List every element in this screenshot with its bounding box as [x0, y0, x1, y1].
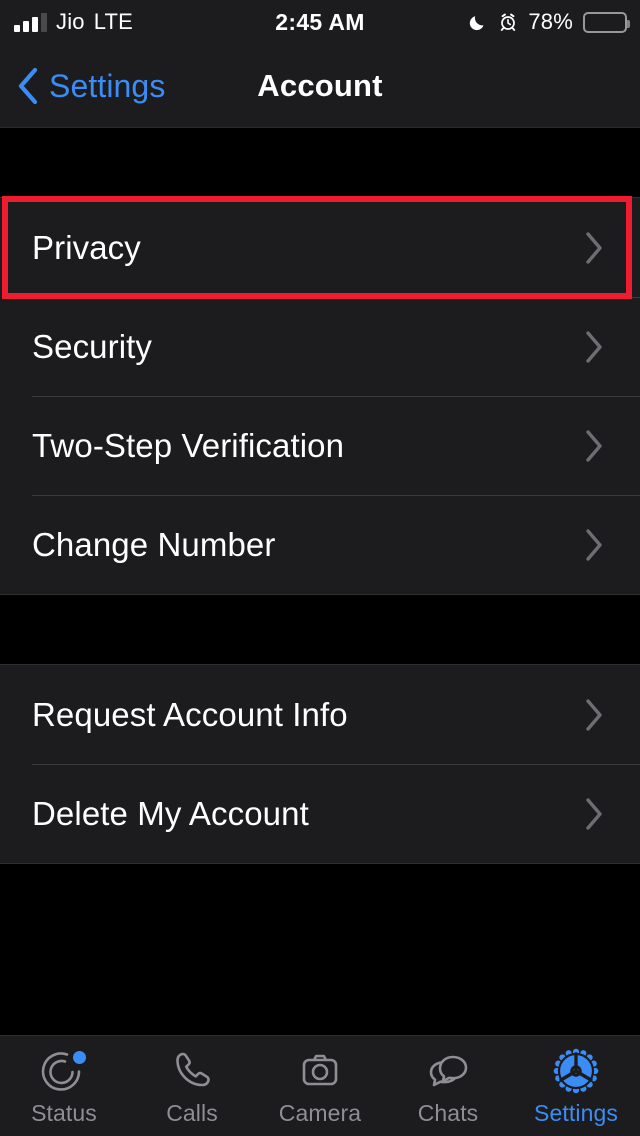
list-row-label: Security: [32, 327, 153, 365]
camera-icon: [292, 1046, 348, 1098]
tab-label: Settings: [534, 1100, 618, 1126]
moon-icon: [470, 16, 484, 31]
alarm-icon: [501, 13, 516, 31]
settings-group-data: Request Account Info Delete My Account: [0, 664, 640, 864]
battery-percent-label: 78%: [528, 9, 573, 34]
gear-icon: [548, 1046, 604, 1098]
tab-label: Status: [31, 1100, 97, 1126]
tab-label: Calls: [166, 1100, 218, 1126]
chevron-right-icon: [586, 797, 602, 830]
list-row[interactable]: Two-Step Verification: [0, 396, 640, 495]
tab-label: Camera: [278, 1100, 362, 1126]
battery-icon: [583, 11, 630, 33]
list-row[interactable]: Delete My Account: [0, 764, 640, 863]
tab-status[interactable]: Status: [0, 1036, 128, 1136]
tab-calls[interactable]: Calls: [128, 1036, 256, 1136]
status-bar: Jio LTE 2:45 AM 78%: [0, 0, 640, 44]
list-row-label: Delete My Account: [32, 794, 309, 832]
list-row-label: Change Number: [32, 525, 276, 563]
list-row[interactable]: Privacy: [0, 198, 640, 297]
chevron-right-icon: [586, 528, 602, 561]
navigation-bar: Settings Account: [0, 44, 640, 128]
list-row-label: Request Account Info: [32, 695, 348, 733]
list-row-label: Privacy: [32, 228, 141, 266]
tab-bar: Status Calls Camera Chats Settings: [0, 1035, 640, 1136]
chevron-right-icon: [586, 698, 602, 731]
tab-camera[interactable]: Camera: [256, 1036, 384, 1136]
list-row[interactable]: Change Number: [0, 495, 640, 594]
status-bar-right: 78%: [468, 0, 630, 44]
chevron-right-icon: [586, 330, 602, 363]
tab-label: Chats: [417, 1100, 479, 1126]
chevron-right-icon: [586, 231, 602, 264]
status-rings-icon: [36, 1046, 92, 1098]
list-row[interactable]: Request Account Info: [0, 665, 640, 764]
tab-chats[interactable]: Chats: [384, 1036, 512, 1136]
page-title: Account: [257, 68, 383, 103]
phone-icon: [164, 1046, 220, 1098]
chevron-right-icon: [586, 429, 602, 462]
list-row-label: Two-Step Verification: [32, 426, 345, 464]
list-row[interactable]: Security: [0, 297, 640, 396]
settings-group-account: Privacy Security Two-Step Verification Chan…: [0, 197, 640, 595]
status-badge: [73, 1051, 86, 1064]
tab-settings[interactable]: Settings: [512, 1036, 640, 1136]
phone-screen: Jio LTE 2:45 AM 78% Settings Account Pri…: [0, 0, 640, 1136]
chat-bubbles-icon: [420, 1046, 476, 1098]
